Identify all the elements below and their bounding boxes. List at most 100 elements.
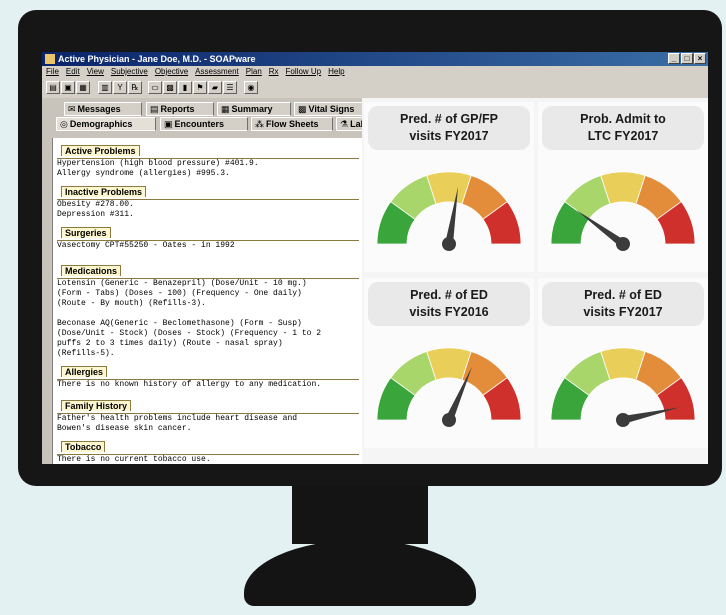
tab-demographics[interactable]: ◎ Demographics (56, 117, 156, 131)
section-line: Vasectomy CPT#55250 - Oates - in 1992 (57, 241, 235, 250)
gauge-card-ed-visits-2016: Pred. # of ED visits FY2016 (364, 278, 534, 448)
section-line: (Route - By mouth) (Refills-3). (57, 299, 206, 308)
monitor-neck (292, 486, 428, 544)
lab-icon: ⚗ (340, 119, 349, 129)
vitals-icon: ▩ (298, 104, 307, 114)
close-icon[interactable]: × (694, 53, 706, 64)
gauge-title: Prob. Admit to LTC FY2017 (542, 106, 704, 150)
tab-flow-sheets[interactable]: ⁂ Flow Sheets (251, 117, 333, 131)
toolbar-flag-icon[interactable]: ⚑ (193, 81, 207, 94)
prediction-dashboard: Pred. # of GP/FP visits FY2017 Prob. Adm… (362, 98, 708, 464)
section-surgeries: Surgeries Vasectomy CPT#55250 - Oates - … (57, 223, 363, 251)
section-line: (Refills-5). (57, 349, 115, 358)
section-title: Surgeries (61, 227, 111, 238)
gauge-hub (442, 413, 456, 427)
window-controls: _ □ × (668, 53, 706, 64)
gauge-title: Pred. # of ED visits FY2016 (368, 282, 530, 326)
tab-messages[interactable]: ✉ Messages (64, 102, 142, 116)
section-title: Family History (61, 400, 132, 411)
gauge-title: Pred. # of GP/FP visits FY2017 (368, 106, 530, 150)
section-line: Hypertension (high blood pressure) #401.… (57, 159, 259, 168)
menu-assessment[interactable]: Assessment (195, 66, 239, 78)
gauge-card-gp-visits: Pred. # of GP/FP visits FY2017 (364, 102, 534, 272)
menu-subjective[interactable]: Subjective (111, 66, 148, 78)
gauge-ed-visits-2017 (550, 347, 696, 427)
gauge-hub (442, 237, 456, 251)
toolbar-chart-icon[interactable]: ▩ (163, 81, 177, 94)
gauge-ed-visits-2016 (376, 347, 522, 427)
toolbar-lab-icon[interactable]: Y (113, 81, 127, 94)
envelope-icon: ✉ (68, 104, 76, 114)
section-title: Medications (61, 265, 122, 276)
section-line: Lotensin (Generic - Benazepril) (Dose/Un… (57, 279, 307, 288)
toolbar-open-icon[interactable]: ▤ (46, 81, 60, 94)
menu-file[interactable]: File (46, 66, 59, 78)
section-medications: Medications Lotensin (Generic - Benazepr… (57, 261, 363, 359)
menu-follow-up[interactable]: Follow Up (286, 66, 322, 78)
section-line (57, 309, 363, 319)
tab-vital-signs[interactable]: ▩ Vital Signs (294, 102, 366, 116)
section-line: puffs 2 to 3 times daily) (Route - nasal… (57, 339, 283, 348)
maximize-icon[interactable]: □ (681, 53, 693, 64)
encounter-icon: ▣ (164, 119, 173, 129)
section-inactive-problems: Inactive Problems Obesity #278.00. Depre… (57, 182, 363, 220)
monitor-base (244, 540, 476, 606)
toolbar-folder-icon[interactable]: ▰ (208, 81, 222, 94)
section-line: There is no known history of allergy to … (57, 380, 322, 389)
menu-objective[interactable]: Objective (155, 66, 188, 78)
section-line: There is no current tobacco use. (57, 455, 211, 464)
section-line: Father's health problems include heart d… (57, 414, 298, 423)
chart-pane: ✉ Messages ▤ Reports ▦ Summary ▩ Vital Signs… (42, 98, 372, 464)
section-allergies: Allergies There is no known history of a… (57, 362, 363, 390)
section-title: Tobacco (61, 441, 106, 452)
toolbar-graph-icon[interactable]: ▮ (178, 81, 192, 94)
menu-rx[interactable]: Rx (269, 66, 279, 78)
summary-icon: ▦ (221, 104, 230, 114)
section-title: Active Problems (61, 145, 140, 156)
toolbar-list-icon[interactable]: ☰ (223, 81, 237, 94)
menu-edit[interactable]: Edit (66, 66, 80, 78)
demographics-content: Active Problems Hypertension (high blood… (52, 138, 363, 464)
report-icon: ▤ (150, 104, 159, 114)
section-line: (Form - Tabs) (Doses - 100) (Frequency -… (57, 289, 302, 298)
menu-help[interactable]: Help (328, 66, 344, 78)
section-line: (Dose/Unit - Stock) (Doses - Stock) (Fre… (57, 329, 322, 338)
tab-summary[interactable]: ▦ Summary (217, 102, 291, 116)
minimize-icon[interactable]: _ (668, 53, 680, 64)
toolbar: ▤ ▣ ▦ ▥ Y ℞ ▭ ▩ ▮ ⚑ ▰ ☰ ◉ (42, 78, 708, 99)
window-titlebar: Active Physician - Jane Doe, M.D. - SOAP… (42, 52, 708, 66)
window-title: Active Physician - Jane Doe, M.D. - SOAP… (58, 54, 256, 64)
toolbar-print-icon[interactable]: ▥ (98, 81, 112, 94)
section-title: Allergies (61, 366, 108, 377)
gauge-gp-visits (376, 171, 522, 251)
section-line: Obesity #278.00. (57, 200, 134, 209)
demographics-icon: ◎ (60, 119, 68, 129)
gauge-card-ltc-admit: Prob. Admit to LTC FY2017 (538, 102, 708, 272)
gauge-ltc-admit (550, 171, 696, 251)
gauge-hub (616, 237, 630, 251)
section-line: Allergy syndrome (allergies) #995.3. (57, 169, 230, 178)
gauge-hub (616, 413, 630, 427)
menu-bar: File Edit View Subjective Objective Asse… (42, 66, 708, 78)
gauge-card-ed-visits-2017: Pred. # of ED visits FY2017 (538, 278, 708, 448)
toolbar-note-icon[interactable]: ▭ (148, 81, 162, 94)
menu-view[interactable]: View (87, 66, 104, 78)
app-icon (45, 54, 55, 64)
flowsheet-icon: ⁂ (255, 119, 264, 129)
toolbar-record-icon[interactable]: ◉ (244, 81, 258, 94)
section-title: Inactive Problems (61, 186, 147, 197)
toolbar-rx-icon[interactable]: ℞ (128, 81, 142, 94)
gauge-title: Pred. # of ED visits FY2017 (542, 282, 704, 326)
toolbar-save-icon[interactable]: ▣ (61, 81, 75, 94)
chart-tabs: ✉ Messages ▤ Reports ▦ Summary ▩ Vital Signs… (56, 102, 372, 134)
tab-reports[interactable]: ▤ Reports (146, 102, 214, 116)
section-line: Depression #311. (57, 210, 134, 219)
section-family-history: Family History Father's health problems … (57, 396, 363, 434)
menu-plan[interactable]: Plan (246, 66, 262, 78)
monitor-screen: Active Physician - Jane Doe, M.D. - SOAP… (42, 52, 708, 464)
section-active-problems: Active Problems Hypertension (high blood… (57, 141, 363, 179)
toolbar-calendar-icon[interactable]: ▦ (76, 81, 90, 94)
section-line: Bowen's disease skin cancer. (57, 424, 192, 433)
tab-encounters[interactable]: ▣ Encounters (160, 117, 248, 131)
section-tobacco: Tobacco There is no current tobacco use. (57, 437, 363, 464)
